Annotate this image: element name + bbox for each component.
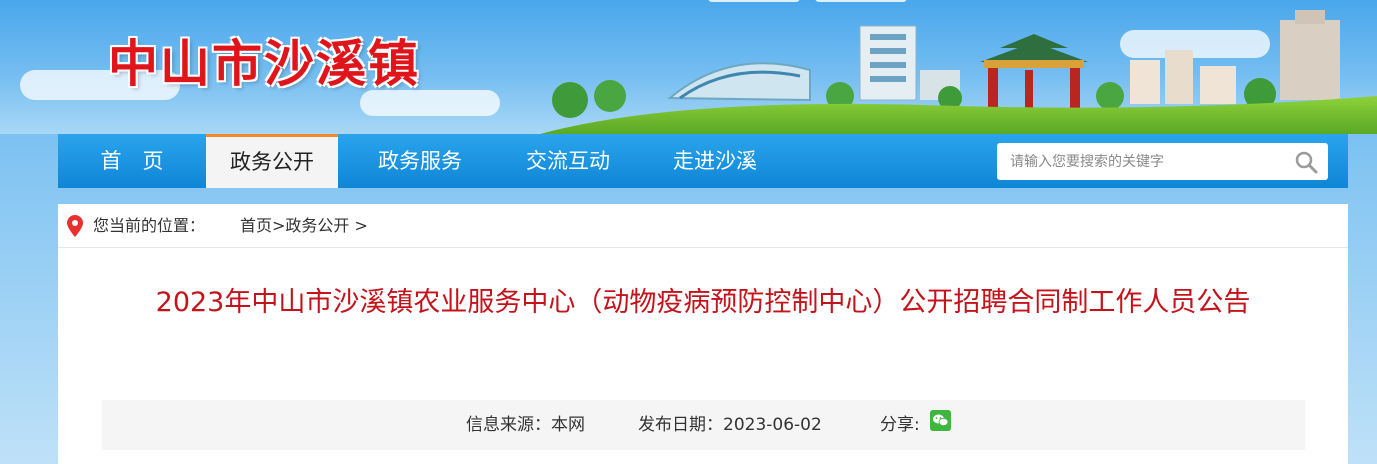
nav-item-government-services[interactable]: 政务服务 bbox=[353, 134, 487, 188]
site-banner: 中山市沙溪镇 bbox=[0, 0, 1377, 134]
article-container: 您当前的位置： 首页>政务公开 > 2023年中山市沙溪镇农业服务中心（动物疫病… bbox=[58, 204, 1348, 464]
location-pin-icon bbox=[67, 215, 83, 237]
search-input[interactable] bbox=[997, 143, 1282, 180]
nav-item-about-shaxi[interactable]: 走进沙溪 bbox=[648, 134, 782, 188]
article-meta: 信息来源：本网 发布日期：2023-06-02 分享: bbox=[102, 400, 1305, 450]
breadcrumb-path[interactable]: 首页>政务公开 > bbox=[240, 204, 368, 248]
main-nav: 首 页 政务公开 政务服务 交流互动 走进沙溪 bbox=[58, 134, 1348, 188]
search-icon[interactable] bbox=[1294, 150, 1318, 174]
search-box bbox=[997, 143, 1328, 180]
nav-item-interaction[interactable]: 交流互动 bbox=[501, 134, 635, 188]
article-date: 发布日期：2023-06-02 bbox=[638, 415, 822, 435]
site-logo-title[interactable]: 中山市沙溪镇 bbox=[108, 24, 420, 96]
breadcrumb: 您当前的位置： 首页>政务公开 > bbox=[58, 204, 1348, 248]
article-source: 信息来源：本网 bbox=[466, 415, 585, 435]
article-title: 2023年中山市沙溪镇农业服务中心（动物疫病预防控制中心）公开招聘合同制工作人员… bbox=[155, 287, 1251, 318]
nav-item-home[interactable]: 首 页 bbox=[58, 134, 206, 188]
wechat-icon[interactable] bbox=[930, 410, 951, 431]
town-scenery-illustration bbox=[540, 10, 1377, 134]
breadcrumb-label: 您当前的位置： bbox=[93, 216, 206, 235]
nav-item-government-affairs[interactable]: 政务公开 bbox=[206, 134, 338, 188]
share-label: 分享: bbox=[880, 415, 920, 435]
